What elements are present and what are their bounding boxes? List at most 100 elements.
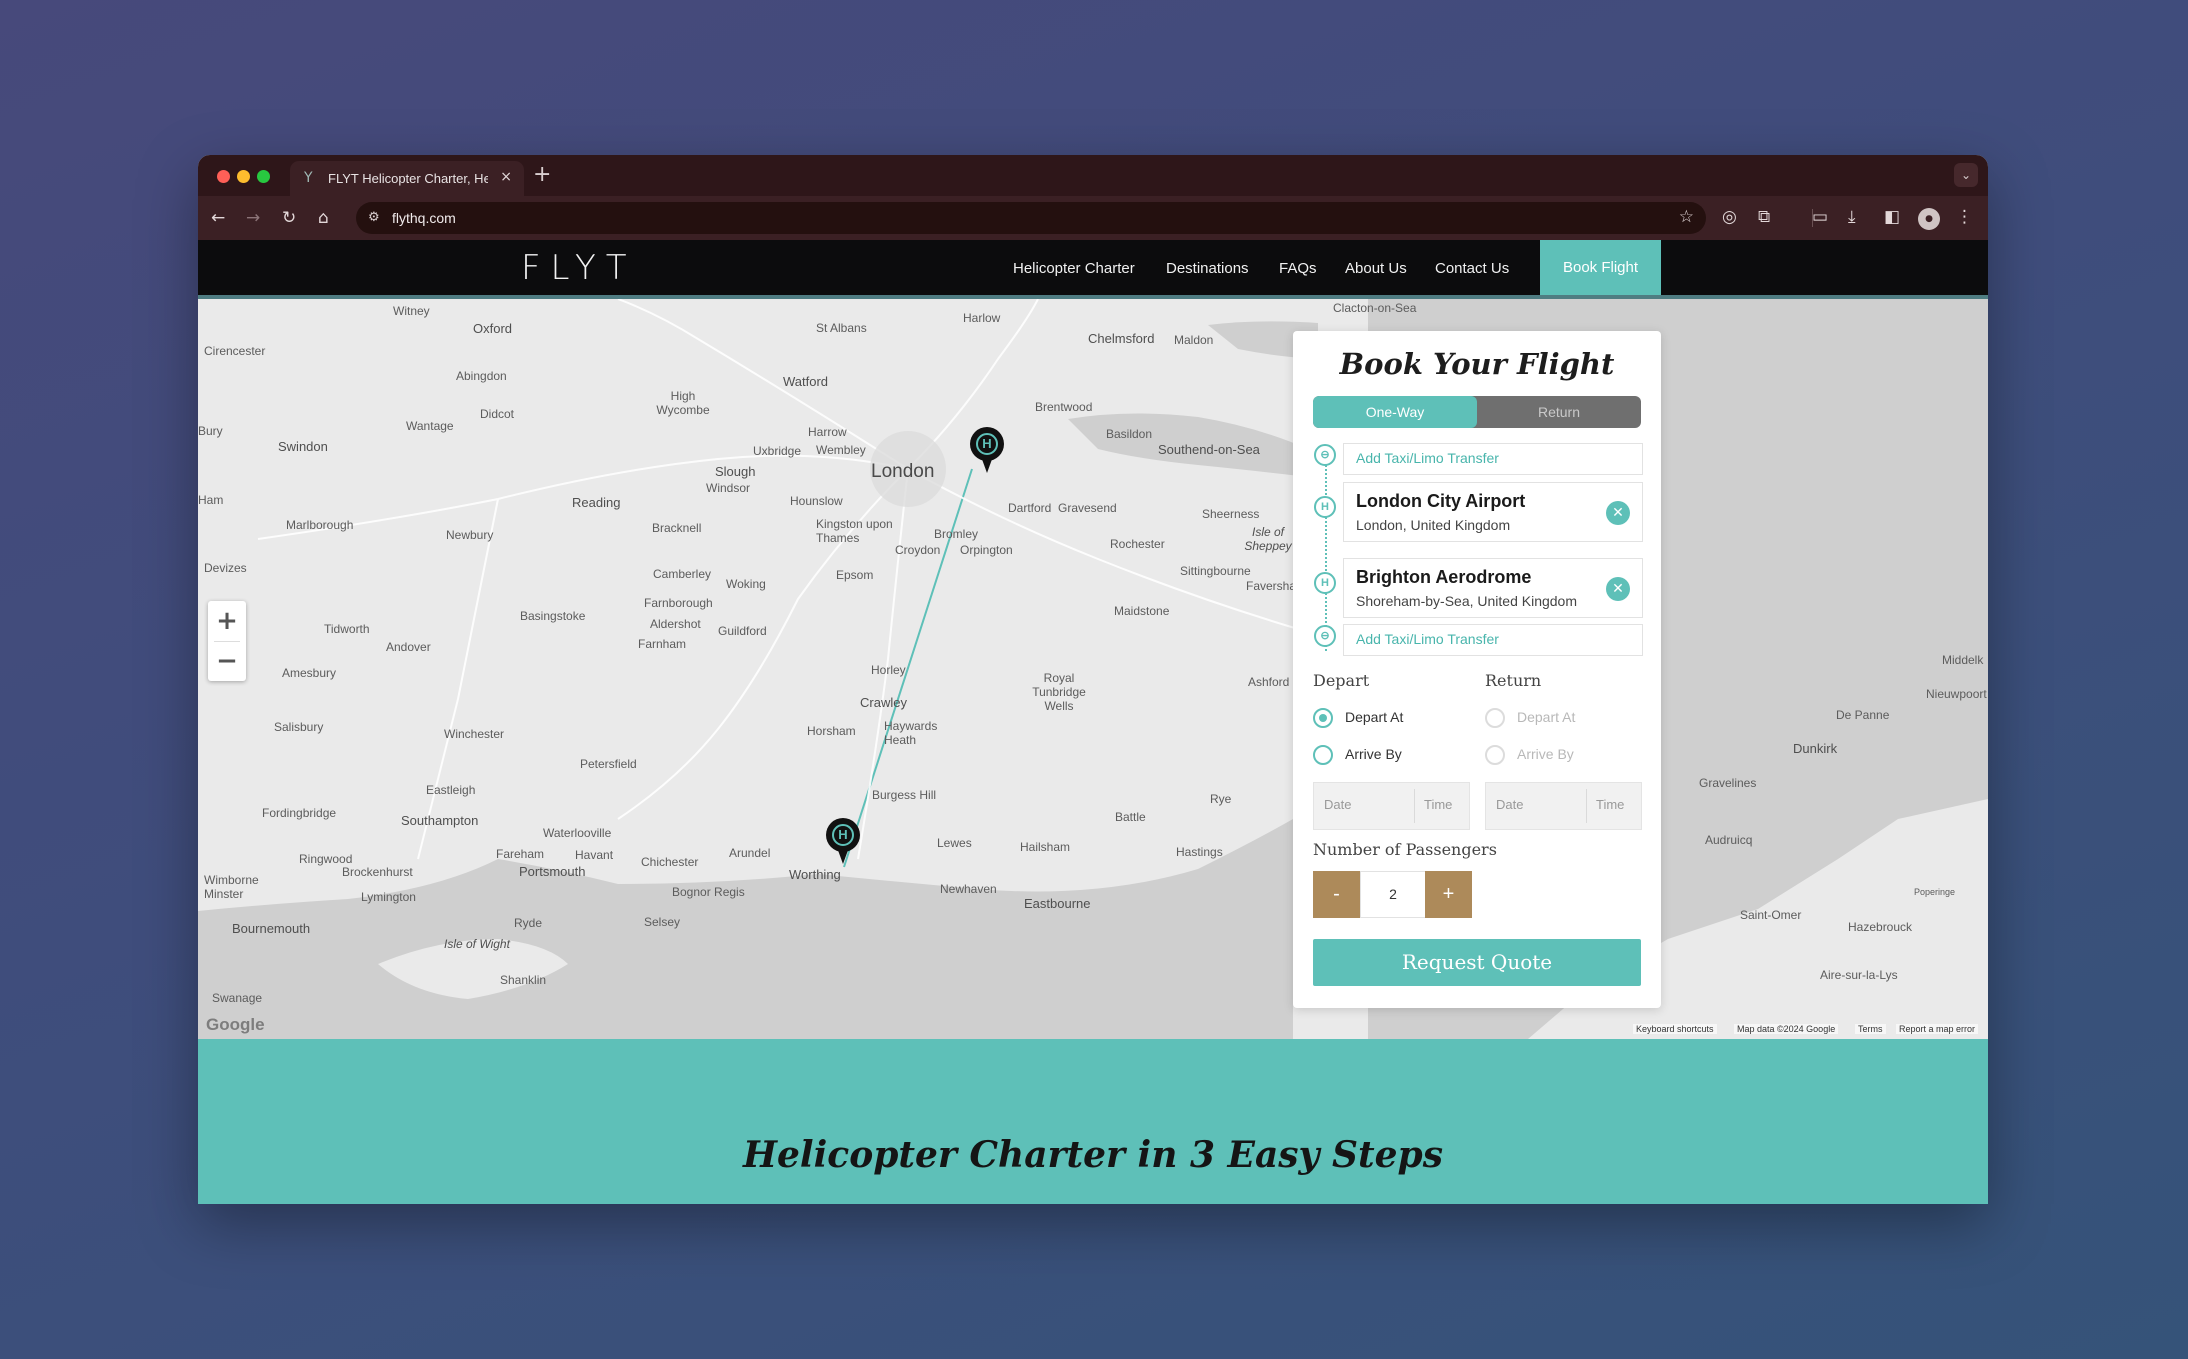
depart-at-label: Depart At bbox=[1345, 709, 1404, 725]
flyt-logo[interactable]: FLYT bbox=[521, 248, 637, 288]
map-label: Harlow bbox=[963, 311, 1001, 325]
book-flight-button[interactable]: Book Flight bbox=[1540, 240, 1661, 295]
map-label: London bbox=[871, 461, 935, 482]
trip-type-toggle: One-Way Return bbox=[1313, 396, 1641, 428]
more-menu-icon[interactable]: ⋮ bbox=[1956, 207, 1973, 227]
clear-destination-button[interactable]: ✕ bbox=[1606, 577, 1630, 601]
map-label: Basingstoke bbox=[520, 609, 586, 623]
map-label: Saint-Omer bbox=[1740, 908, 1802, 922]
google-logo[interactable]: Google bbox=[206, 1015, 265, 1035]
return-datetime-field[interactable]: Date Time bbox=[1485, 782, 1642, 830]
nav-faqs[interactable]: FAQs bbox=[1279, 260, 1317, 277]
site-info-icon[interactable]: ⚙ bbox=[368, 210, 380, 225]
nav-helicopter-charter[interactable]: Helicopter Charter bbox=[1013, 260, 1135, 277]
passengers-heading: Number of Passengers bbox=[1313, 840, 1497, 859]
map-label: Ryde bbox=[514, 916, 543, 930]
one-way-option[interactable]: One-Way bbox=[1313, 396, 1477, 428]
map-label: Lymington bbox=[361, 890, 416, 904]
map-label: Epsom bbox=[836, 568, 874, 582]
clear-origin-button[interactable]: ✕ bbox=[1606, 501, 1630, 525]
home-icon[interactable]: ⌂ bbox=[318, 208, 329, 228]
map-base bbox=[198, 299, 1988, 1039]
tab-title: FLYT Helicopter Charter, Hel bbox=[328, 171, 488, 186]
radio-unselected[interactable] bbox=[1313, 745, 1333, 765]
side-panel-icon[interactable]: ◧ bbox=[1884, 207, 1900, 227]
bookmark-star-icon[interactable]: ☆ bbox=[1679, 207, 1694, 227]
map-label: Burgess Hill bbox=[872, 788, 937, 802]
map-label: Aire-sur-la-Lys bbox=[1820, 968, 1898, 982]
map-label: Fareham bbox=[496, 847, 545, 861]
return-option[interactable]: Return bbox=[1477, 396, 1641, 428]
minimize-window-button[interactable] bbox=[237, 170, 250, 183]
nav-contact-us[interactable]: Contact Us bbox=[1435, 260, 1509, 277]
passenger-count[interactable]: 2 bbox=[1360, 871, 1426, 918]
map-label: Orpington bbox=[960, 543, 1013, 557]
nav-about-us[interactable]: About Us bbox=[1345, 260, 1407, 277]
map-label: Bromley bbox=[934, 527, 979, 541]
map-label: Reading bbox=[572, 495, 621, 510]
map-label: Lewes bbox=[937, 836, 972, 850]
steps-section: Helicopter Charter in 3 Easy Steps bbox=[198, 1039, 1988, 1204]
map-label: Andover bbox=[386, 640, 431, 654]
back-icon[interactable]: ← bbox=[211, 208, 225, 228]
nav-destinations[interactable]: Destinations bbox=[1166, 260, 1249, 277]
keyboard-shortcuts-link[interactable]: Keyboard shortcuts bbox=[1633, 1024, 1717, 1034]
map-label: Poperinge bbox=[1914, 887, 1956, 897]
download-icon[interactable]: ⤓ bbox=[1848, 207, 1856, 227]
helipad-icon: H bbox=[1314, 572, 1336, 594]
address-bar[interactable]: ⚙ flythq.com ☆ bbox=[356, 202, 1706, 234]
origin-location-field[interactable]: London City Airport London, United Kingd… bbox=[1343, 482, 1643, 542]
browser-toolbar: ← → ↻ ⌂ ⚙ flythq.com ☆ ◎ ⧉ ▭ ⤓ ◧ ● ⋮ bbox=[198, 196, 1988, 240]
helipad-icon: H bbox=[832, 824, 854, 846]
route-map[interactable]: Witney Oxford St Albans Harlow Chelmsfor… bbox=[198, 299, 1988, 1039]
map-label: Wembley bbox=[816, 443, 866, 457]
flyt-favicon-icon: Y bbox=[304, 170, 313, 186]
radio-selected[interactable] bbox=[1313, 708, 1333, 728]
close-window-button[interactable] bbox=[217, 170, 230, 183]
decrease-passengers-button[interactable]: - bbox=[1313, 871, 1360, 918]
map-label: Bury bbox=[198, 424, 223, 438]
map-label: Southampton bbox=[401, 813, 479, 828]
map-label: Witney bbox=[393, 304, 430, 318]
cast-icon[interactable]: ▭ bbox=[1812, 207, 1828, 227]
depart-datetime-field[interactable]: Date Time bbox=[1313, 782, 1470, 830]
request-quote-button[interactable]: Request Quote bbox=[1313, 939, 1641, 986]
radio-disabled[interactable] bbox=[1485, 708, 1505, 728]
map-label: Hounslow bbox=[790, 494, 843, 508]
time-placeholder: Time bbox=[1424, 797, 1453, 812]
origin-helipad-pin[interactable]: H bbox=[970, 427, 1004, 473]
new-tab-button[interactable]: + bbox=[533, 162, 551, 187]
map-label: Middelk bbox=[1942, 653, 1984, 667]
map-label: Eastleigh bbox=[426, 783, 476, 797]
add-taxi-transfer-end[interactable]: Add Taxi/Limo Transfer bbox=[1343, 624, 1643, 656]
profile-avatar[interactable]: ● bbox=[1918, 208, 1940, 230]
target-extension-icon[interactable]: ◎ bbox=[1722, 207, 1737, 227]
add-taxi-transfer-start[interactable]: Add Taxi/Limo Transfer bbox=[1343, 443, 1643, 475]
browser-tab[interactable]: Y FLYT Helicopter Charter, Hel × bbox=[290, 161, 524, 196]
reload-icon[interactable]: ↻ bbox=[282, 208, 296, 228]
map-zoom-control: + − bbox=[208, 601, 246, 681]
map-label: Clacton-on-Sea bbox=[1333, 301, 1417, 315]
terms-link[interactable]: Terms bbox=[1855, 1024, 1886, 1034]
zoom-in-button[interactable]: + bbox=[208, 601, 246, 641]
time-placeholder: Time bbox=[1596, 797, 1625, 812]
taxi-transfer-label: Add Taxi/Limo Transfer bbox=[1356, 450, 1499, 466]
radio-disabled[interactable] bbox=[1485, 745, 1505, 765]
maximize-window-button[interactable] bbox=[257, 170, 270, 183]
increase-passengers-button[interactable]: + bbox=[1425, 871, 1472, 918]
zoom-out-button[interactable]: − bbox=[208, 641, 246, 681]
map-label: Sittingbourne bbox=[1180, 564, 1251, 578]
tab-search-button[interactable]: ⌄ bbox=[1954, 163, 1978, 187]
site-header: FLYT Helicopter Charter Destinations FAQ… bbox=[198, 240, 1988, 299]
map-label: High Wycombe bbox=[656, 389, 710, 417]
return-heading: Return bbox=[1485, 671, 1542, 690]
destination-helipad-pin[interactable]: H bbox=[826, 818, 860, 864]
destination-location-field[interactable]: Brighton Aerodrome Shoreham-by-Sea, Unit… bbox=[1343, 558, 1643, 618]
report-map-error-link[interactable]: Report a map error bbox=[1896, 1024, 1979, 1034]
forward-icon[interactable]: → bbox=[246, 208, 260, 228]
map-label: Waterlooville bbox=[543, 826, 612, 840]
tab-close-icon[interactable]: × bbox=[500, 169, 512, 185]
extensions-icon[interactable]: ⧉ bbox=[1758, 207, 1770, 227]
url-text[interactable]: flythq.com bbox=[392, 210, 456, 226]
map-label: Southend-on-Sea bbox=[1158, 442, 1260, 457]
